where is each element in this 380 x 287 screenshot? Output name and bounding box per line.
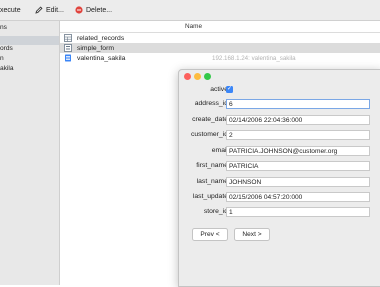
last-name-label: last_name (196, 178, 228, 185)
main-toolbar: xecute Edit... Delete... (0, 0, 380, 21)
sidebar-item[interactable]: akila (0, 64, 14, 73)
first-name-row: first_name (179, 161, 380, 171)
next-button[interactable]: Next > (234, 228, 270, 241)
address-id-row: address_id (179, 99, 380, 109)
email-row: email (179, 146, 380, 156)
sidebar: ns ords n akila (0, 21, 60, 285)
sidebar-item-label: ns (0, 24, 7, 31)
delete-button[interactable]: Delete... (75, 5, 112, 15)
sidebar-item[interactable]: ns (0, 23, 7, 32)
list-item-selected[interactable]: simple_form (60, 43, 380, 53)
background-window-title: 192.168.1.24: valentina_sakila (212, 55, 296, 62)
last-update-field[interactable] (226, 192, 370, 202)
form-icon (64, 44, 72, 52)
sidebar-item[interactable]: ords (0, 44, 13, 53)
list-header[interactable]: Name (60, 21, 380, 33)
customer-id-row: customer_id (179, 130, 380, 140)
name-column-header[interactable]: Name (185, 23, 202, 30)
minimize-button[interactable] (194, 73, 201, 80)
pencil-icon (35, 6, 43, 14)
first-name-field[interactable] (226, 161, 370, 171)
list-item-label: valentina_sakila (77, 54, 126, 62)
table-icon (64, 34, 72, 42)
delete-icon (75, 6, 83, 14)
zoom-button[interactable] (204, 73, 211, 80)
active-checkbox[interactable]: ✓ (226, 86, 233, 93)
active-row: active ✓ (179, 85, 380, 95)
sidebar-item-label: ords (0, 45, 13, 52)
list-item[interactable]: related_records (60, 33, 380, 43)
store-id-label: store_id (203, 208, 228, 215)
edit-label: Edit... (46, 6, 64, 14)
last-update-label: last_update (192, 193, 228, 200)
last-update-row: last_update (179, 192, 380, 202)
first-name-label: first_name (196, 162, 228, 169)
execute-button[interactable]: xecute (0, 5, 21, 15)
store-id-row: store_id (179, 207, 380, 217)
address-id-label: address_id (194, 100, 228, 107)
list-item-label: related_records (77, 34, 125, 42)
last-name-field[interactable] (226, 177, 370, 187)
customer-id-label: customer_id (190, 131, 228, 138)
prev-button[interactable]: Prev < (192, 228, 228, 241)
database-icon (65, 54, 71, 62)
sidebar-item-label: n (0, 55, 4, 62)
create-date-label: create_date (192, 116, 228, 123)
create-date-field[interactable] (226, 115, 370, 125)
email-field[interactable] (226, 146, 370, 156)
store-id-field[interactable] (226, 207, 370, 217)
close-button[interactable] (184, 73, 191, 80)
edit-button[interactable]: Edit... (35, 5, 64, 15)
sidebar-item[interactable]: n (0, 54, 4, 63)
customer-id-field[interactable] (226, 130, 370, 140)
record-form-dialog: active ✓ address_id create_date customer… (178, 69, 380, 287)
list-item-label: simple_form (77, 44, 115, 52)
delete-label: Delete... (86, 6, 113, 14)
create-date-row: create_date (179, 115, 380, 125)
last-name-row: last_name (179, 177, 380, 187)
execute-label: xecute (0, 6, 21, 14)
sidebar-item-label: akila (0, 65, 14, 72)
address-id-field[interactable] (226, 99, 370, 109)
